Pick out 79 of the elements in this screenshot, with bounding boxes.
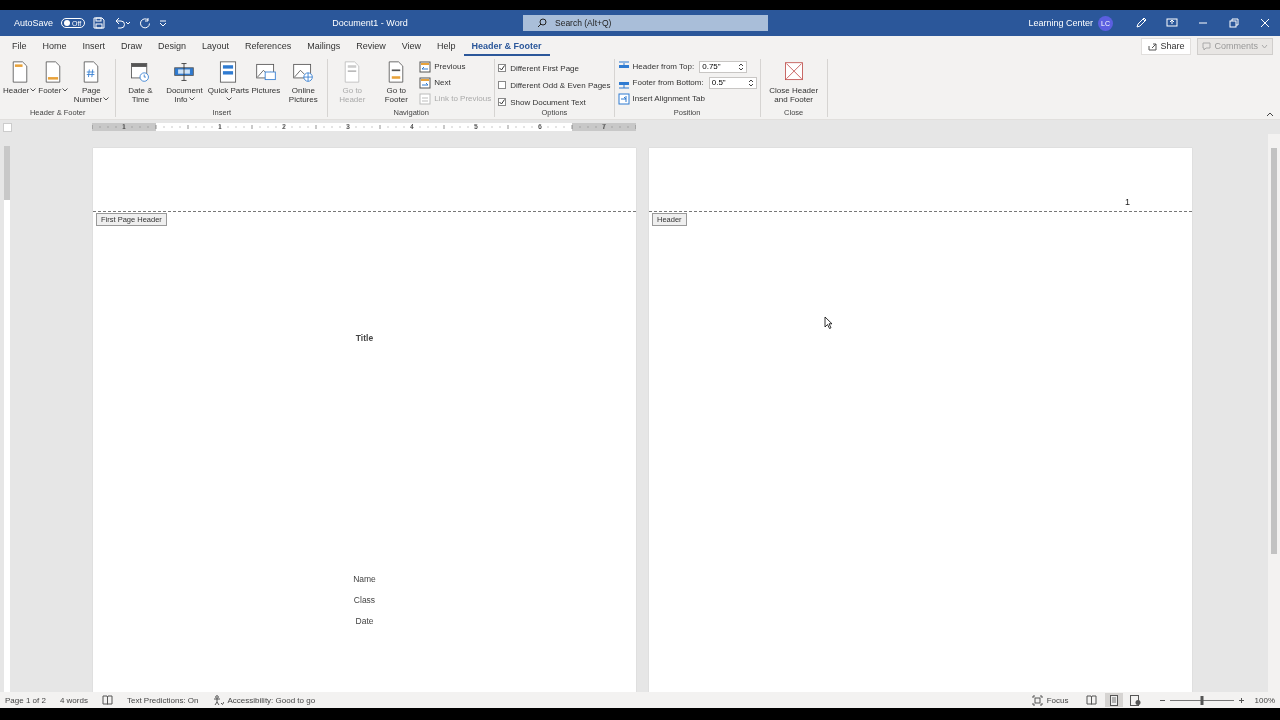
next-icon <box>419 76 432 89</box>
calendar-clock-icon <box>129 60 152 84</box>
focus-button[interactable]: Focus <box>1031 694 1069 706</box>
ribbon-button[interactable]: Quick Parts <box>207 59 250 108</box>
caret-icon <box>1261 42 1268 50</box>
spin-box[interactable]: 0.75" <box>699 60 748 73</box>
ribbon-tab[interactable]: File <box>4 36 35 56</box>
checkbox[interactable] <box>498 98 507 106</box>
ribbon-tab[interactable]: Home <box>34 36 75 56</box>
ribbon-tab[interactable]: View <box>393 36 430 56</box>
spin-box[interactable]: 0.5" <box>708 76 757 89</box>
focus-icon <box>1031 694 1043 706</box>
ribbon-button[interactable]: Next <box>419 76 492 89</box>
ribbon-button[interactable]: Pictures <box>251 59 281 108</box>
position-label: Footer from Bottom: <box>632 78 704 87</box>
ribbon-button[interactable]: Insert Alignment Tab <box>617 92 757 105</box>
title-text: Title <box>355 333 374 343</box>
ribbon-button[interactable]: Online Pictures <box>282 59 325 108</box>
mouse-pointer-icon <box>824 316 833 329</box>
page-count[interactable]: Page 1 of 2 <box>5 695 46 705</box>
proofing-icon <box>101 695 113 705</box>
previous-icon <box>419 60 432 73</box>
body-text: Name <box>353 574 376 584</box>
ribbon-button[interactable]: Close Header and Footer <box>763 59 824 108</box>
ribbon-button[interactable]: Previous <box>419 60 492 73</box>
spinner-arrows-icon[interactable] <box>738 61 745 72</box>
ribbon-tab[interactable]: Help <box>429 36 464 56</box>
window-title: Document1 - Word <box>331 18 409 28</box>
ribbon-tab[interactable]: Review <box>348 36 394 56</box>
page-number: 1 <box>1125 197 1130 207</box>
view-button[interactable] <box>1104 693 1123 707</box>
ribbon-display-icon <box>1165 17 1178 29</box>
position-label: Header from Top: <box>632 62 695 71</box>
accessibility-icon <box>212 694 224 706</box>
ribbon-button[interactable]: Document Info <box>163 59 206 108</box>
ribbon-button[interactable]: Footer <box>38 59 69 108</box>
alignment-tab-icon <box>617 92 630 105</box>
zoom-in-icon <box>1237 696 1245 704</box>
restore-icon <box>1227 17 1240 29</box>
comment-icon <box>1202 41 1212 51</box>
ribbon-tab[interactable]: Mailings <box>299 36 349 56</box>
pen-icon <box>1134 17 1147 29</box>
text-predictions[interactable]: Text Predictions: On <box>126 695 199 705</box>
ribbon-button[interactable]: Header <box>3 59 37 108</box>
link-icon <box>419 92 432 105</box>
ribbon-button[interactable]: Go to Footer <box>375 59 418 108</box>
zoom-level[interactable]: 100% <box>1254 695 1275 705</box>
spinner-arrows-icon[interactable] <box>747 77 754 88</box>
vertical-scrollbar[interactable] <box>1268 134 1280 692</box>
checkbox-label[interactable]: Different First Page <box>510 63 579 73</box>
accessibility-status[interactable]: Accessibility: Good to go <box>212 694 316 706</box>
ribbon-button[interactable]: Date & Time <box>119 59 162 108</box>
redo-icon <box>139 17 152 29</box>
checkbox-label[interactable]: Show Document Text <box>510 97 586 107</box>
web-page-icon <box>1130 694 1142 706</box>
share-icon <box>1148 41 1158 51</box>
ribbon-tab[interactable]: References <box>237 36 300 56</box>
word-count[interactable]: 4 words <box>59 695 88 705</box>
checkbox-label[interactable]: Different Odd & Even Pages <box>510 80 611 90</box>
book-icon <box>1086 695 1098 705</box>
ribbon-tab[interactable]: Layout <box>194 36 238 56</box>
document-info-icon <box>173 60 196 84</box>
save-icon <box>93 17 106 29</box>
search-icon <box>537 18 547 28</box>
body-text: Class <box>353 595 376 605</box>
customize-icon <box>159 17 168 29</box>
ribbon-tab[interactable]: Draw <box>113 36 151 56</box>
collapse-icon <box>1266 111 1274 117</box>
user-name[interactable]: Learning Center <box>1028 18 1093 28</box>
checkbox[interactable] <box>498 64 507 72</box>
share-button[interactable]: Share <box>1141 37 1192 55</box>
checkbox[interactable] <box>498 81 507 89</box>
ribbon-button[interactable]: Page Number <box>70 59 113 108</box>
ribbon-tab[interactable]: Design <box>150 36 195 56</box>
close-icon <box>1258 17 1271 29</box>
body-text: Date <box>355 616 374 626</box>
autosave-label: AutoSave <box>14 18 54 28</box>
undo-icon <box>113 17 132 29</box>
ribbon-tab[interactable]: Insert <box>74 36 114 56</box>
